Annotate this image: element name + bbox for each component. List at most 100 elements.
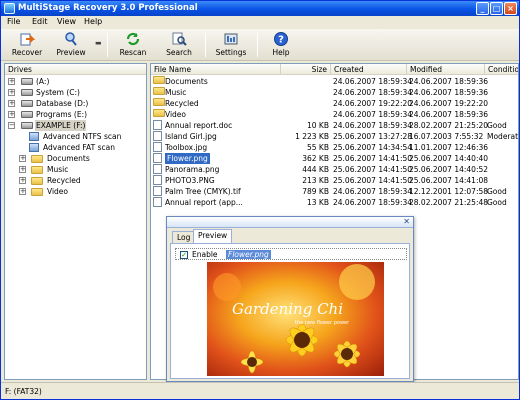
- column-header-created[interactable]: Created: [331, 64, 407, 75]
- expand-icon[interactable]: +: [8, 78, 15, 85]
- file-name-cell: Flower.png: [165, 153, 210, 164]
- tree-item-label: EXAMPLE (F:): [35, 120, 87, 131]
- search-button[interactable]: Search: [155, 30, 203, 60]
- file-size-cell: 55 KB: [307, 143, 329, 152]
- file-icon: [153, 153, 162, 163]
- table-row[interactable]: Flower.png 362 KB 25.06.2007 14:41:50 25.06…: [151, 153, 518, 164]
- enable-checkbox[interactable]: ✓: [180, 251, 188, 259]
- preview-button[interactable]: Preview: [47, 30, 95, 60]
- expand-icon[interactable]: +: [19, 177, 26, 184]
- folder-icon: [31, 177, 43, 185]
- minimize-button[interactable]: _: [476, 2, 489, 15]
- settings-button[interactable]: Settings: [207, 30, 255, 60]
- created-cell: 24.06.2007 18:59:34: [333, 121, 413, 130]
- expand-icon[interactable]: +: [19, 188, 26, 195]
- file-name-cell: Annual report (app...: [165, 198, 243, 207]
- condition-cell: Good: [487, 198, 507, 207]
- menu-file[interactable]: File: [7, 17, 20, 26]
- table-row[interactable]: Palm Tree (CMYK).tif 789 KB 24.06.2007 18:…: [151, 186, 518, 197]
- modified-cell: 28.02.2007 21:25:48: [409, 198, 489, 207]
- column-header-name[interactable]: File Name: [151, 64, 281, 75]
- svg-text:?: ?: [278, 35, 284, 46]
- created-cell: 24.06.2007 18:59:34: [333, 110, 413, 119]
- modified-cell: 25.06.2007 14:40:52: [409, 165, 489, 174]
- column-header-modified[interactable]: Modified: [407, 64, 485, 75]
- table-row[interactable]: Documents 24.06.2007 18:59:34 24.06.2007 1…: [151, 76, 518, 87]
- recover-button[interactable]: Recover: [3, 30, 51, 60]
- file-name-cell: Recycled: [165, 99, 199, 108]
- tab-preview[interactable]: Preview: [193, 229, 233, 243]
- search-label: Search: [166, 48, 192, 57]
- file-icon: [153, 142, 162, 152]
- modified-cell: 25.06.2007 14:40:40: [409, 154, 489, 163]
- tree-item-label: Advanced FAT scan: [43, 143, 115, 152]
- expand-icon[interactable]: +: [8, 111, 15, 118]
- preview-window: ✕ Log Preview ✓ Enable Flower.png Garden…: [166, 216, 414, 382]
- created-cell: 24.06.2007 18:59:34: [333, 77, 413, 86]
- created-cell: 25.06.2007 14:41:50: [333, 154, 413, 163]
- tree-item-label: Music: [47, 165, 69, 174]
- condition-cell: Good: [487, 187, 507, 196]
- preview-dropdown-icon[interactable]: ▬: [95, 39, 102, 47]
- close-icon[interactable]: ✕: [403, 217, 410, 226]
- column-header-condition[interactable]: Condition: [485, 64, 518, 75]
- hard-drive-icon: [21, 100, 33, 107]
- file-name-cell: Video: [165, 110, 187, 119]
- tree-item-label: System (C:): [36, 88, 80, 97]
- expand-icon[interactable]: +: [8, 89, 15, 96]
- table-row[interactable]: Panorama.png 444 KB 25.06.2007 14:41:50 25.…: [151, 164, 518, 175]
- collapse-icon[interactable]: −: [8, 122, 15, 129]
- floppy-drive-icon: [21, 78, 33, 85]
- app-icon: [4, 3, 15, 14]
- condition-cell: Good: [487, 121, 507, 130]
- window-title: MultiStage Recovery 3.0 Professional: [18, 3, 198, 13]
- expand-icon[interactable]: +: [19, 166, 26, 173]
- folder-icon: [153, 76, 165, 84]
- tree-item-label: Advanced NTFS scan: [43, 132, 122, 141]
- expand-icon[interactable]: +: [19, 155, 26, 162]
- tree-item-label: Video: [47, 187, 69, 196]
- file-size-cell: 444 KB: [302, 165, 329, 174]
- created-cell: 25.06.2007 14:34:54: [333, 143, 413, 152]
- folder-icon: [153, 87, 165, 95]
- tree-item-label: Documents: [47, 154, 90, 163]
- rescan-button[interactable]: Rescan: [109, 30, 157, 60]
- column-header-size[interactable]: Size: [281, 64, 331, 75]
- file-name-cell: Panorama.png: [165, 165, 220, 174]
- file-name-cell: Palm Tree (CMYK).tif: [165, 187, 241, 196]
- preview-image: Gardening Chi the new flower power: [207, 262, 384, 376]
- tab-log[interactable]: Log: [172, 231, 196, 243]
- drives-panel: Drives + (A:) + System (C:) + Database (…: [4, 63, 147, 380]
- file-size-cell: 789 KB: [302, 187, 329, 196]
- table-row[interactable]: Music 24.06.2007 18:59:34 24.06.2007 18:59…: [151, 87, 518, 98]
- maximize-button[interactable]: □: [490, 2, 503, 15]
- table-row[interactable]: Annual report.doc 10 KB 24.06.2007 18:59:3…: [151, 120, 518, 131]
- table-row[interactable]: PHOTO3.PNG 213 KB 25.06.2007 14:41:50 25.06…: [151, 175, 518, 186]
- file-name-cell: PHOTO3.PNG: [165, 176, 215, 185]
- file-name-cell: Island Girl.jpg: [165, 132, 217, 141]
- menu-edit[interactable]: Edit: [32, 17, 48, 26]
- file-name-cell: Music: [165, 88, 187, 97]
- folder-icon: [31, 166, 43, 174]
- preview-window-titlebar[interactable]: ✕: [167, 217, 413, 228]
- table-row[interactable]: Recycled 24.06.2007 19:22:20 24.06.2007 19…: [151, 98, 518, 109]
- folder-icon: [31, 155, 43, 163]
- help-button[interactable]: ? Help: [257, 30, 305, 60]
- close-button[interactable]: ×: [504, 2, 517, 15]
- expand-icon[interactable]: +: [8, 100, 15, 107]
- file-icon: [153, 131, 162, 141]
- title-bar[interactable]: MultiStage Recovery 3.0 Professional _ □…: [1, 1, 519, 16]
- table-row[interactable]: Toolbox.jpg 55 KB 25.06.2007 14:34:54 11.01…: [151, 142, 518, 153]
- drives-header[interactable]: Drives: [5, 64, 146, 75]
- table-row[interactable]: Annual report (app... 13 KB 24.06.2007 18:…: [151, 197, 518, 208]
- settings-label: Settings: [215, 48, 247, 57]
- created-cell: 25.06.2007 13:27:28: [333, 132, 413, 141]
- toolbar-separator: [205, 33, 206, 57]
- enable-label: Enable: [192, 250, 218, 259]
- preview-file-name: Flower.png: [226, 250, 271, 259]
- preview-label: Preview: [56, 48, 86, 57]
- menu-help[interactable]: Help: [84, 17, 102, 26]
- table-row[interactable]: Island Girl.jpg 1 223 KB 25.06.2007 13:27:…: [151, 131, 518, 142]
- menu-view[interactable]: View: [57, 17, 76, 26]
- table-row[interactable]: Video 24.06.2007 18:59:34 24.06.2007 18:59…: [151, 109, 518, 120]
